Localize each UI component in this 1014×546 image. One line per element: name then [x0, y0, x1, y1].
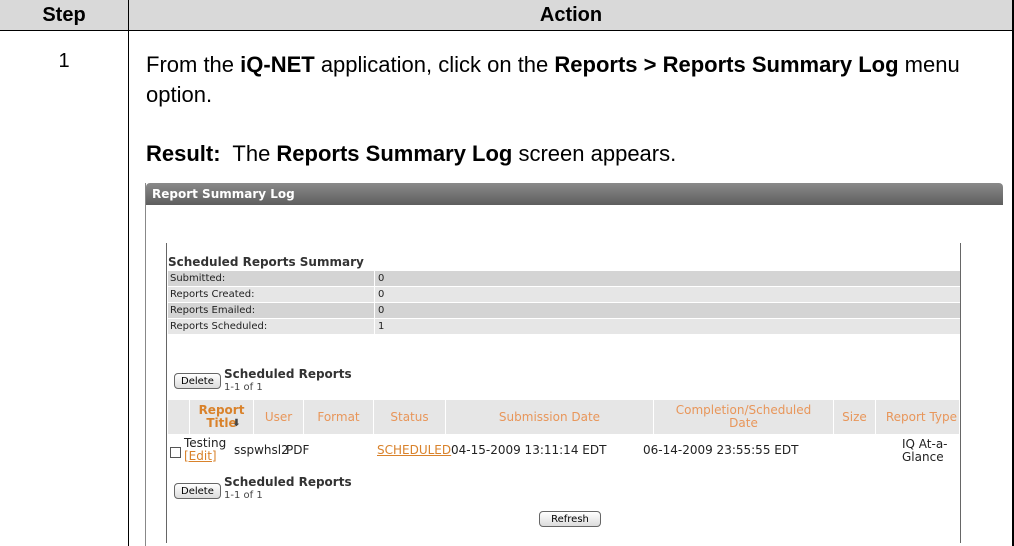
summary-label: Submitted:	[170, 271, 375, 286]
column-size[interactable]: Size	[834, 400, 876, 434]
panel-right-border	[960, 243, 961, 543]
row-user: sspwhsl2	[234, 443, 289, 457]
summary-row: Reports Emailed: 0	[168, 303, 960, 319]
delete-button-top[interactable]: Delete	[174, 373, 221, 389]
table-row: Testing [Edit] sspwhsl2 PDF SCHEDULED 04…	[168, 435, 960, 469]
summary-label: Reports Created:	[170, 287, 375, 302]
column-report-title[interactable]: Report Title ⬇	[190, 400, 254, 434]
row-report-type: IQ At-a-Glance	[902, 437, 948, 464]
scheduled-reports-count-bottom: 1-1 of 1	[224, 490, 263, 501]
summary-row: Reports Created: 0	[168, 287, 960, 303]
column-divider	[128, 30, 129, 546]
summary-title: Scheduled Reports Summary	[168, 255, 364, 269]
checkbox-column-header	[168, 400, 190, 434]
summary-value: 1	[378, 321, 385, 332]
column-report-type[interactable]: Report Type	[876, 400, 960, 434]
column-submission-date[interactable]: Submission Date	[446, 400, 654, 434]
instruction-mid: application, click on the	[314, 52, 555, 77]
header-action: Action	[539, 4, 603, 26]
panel-left-border	[166, 243, 167, 543]
summary-table: Submitted: 0 Reports Created: 0 Reports …	[168, 271, 960, 335]
sort-down-icon: ⬇	[232, 418, 241, 429]
row-completion-date: 06-14-2009 23:55:55 EDT	[643, 443, 799, 457]
column-status[interactable]: Status	[374, 400, 446, 434]
result-text: Result: The Reports Summary Log screen a…	[146, 139, 676, 169]
result-label: Result:	[146, 141, 221, 166]
app-name: iQ-NET	[240, 52, 315, 77]
row-checkbox[interactable]	[170, 447, 181, 458]
column-user[interactable]: User	[254, 400, 304, 434]
result-screen-name: Reports Summary Log	[276, 141, 513, 166]
step-number: 1	[58, 50, 70, 72]
instruction-table: Step Action 1 From the iQ-NET applicatio…	[0, 0, 1014, 546]
refresh-button[interactable]: Refresh	[539, 511, 601, 527]
summary-value: 0	[378, 289, 385, 300]
column-completion-date[interactable]: Completion/Scheduled Date	[654, 400, 834, 434]
menu-path: Reports > Reports Summary Log	[554, 52, 899, 77]
instruction-pre: From the	[146, 52, 241, 77]
row-submission-date: 04-15-2009 13:11:14 EDT	[451, 443, 607, 457]
summary-label: Reports Emailed:	[170, 303, 375, 318]
scheduled-reports-count-top: 1-1 of 1	[224, 382, 263, 393]
scheduled-reports-heading-bottom: Scheduled Reports	[224, 475, 352, 489]
summary-value: 0	[378, 305, 385, 316]
result-post: screen appears.	[512, 141, 677, 166]
row-status-link[interactable]: SCHEDULED	[377, 444, 451, 457]
delete-button-bottom[interactable]: Delete	[174, 483, 221, 499]
scheduled-reports-heading-top: Scheduled Reports	[224, 367, 352, 381]
column-format[interactable]: Format	[304, 400, 374, 434]
header-step: Step	[0, 0, 129, 30]
summary-label: Reports Scheduled:	[170, 319, 375, 334]
summary-value: 0	[378, 273, 385, 284]
result-pre: The	[220, 141, 277, 166]
report-summary-log-screenshot: Report Summary Log Scheduled Reports Sum…	[145, 183, 1003, 546]
reports-grid-header: Report Title ⬇ User Format Status Submis…	[168, 400, 960, 434]
instruction-text: From the iQ-NET application, click on th…	[146, 50, 1006, 110]
row-edit-link[interactable]: [Edit]	[184, 450, 217, 463]
summary-row: Submitted: 0	[168, 271, 960, 287]
window-title: Report Summary Log	[146, 183, 1003, 205]
row-format: PDF	[286, 443, 310, 457]
table-header-row: Step Action	[0, 0, 1014, 31]
summary-row: Reports Scheduled: 1	[168, 319, 960, 335]
